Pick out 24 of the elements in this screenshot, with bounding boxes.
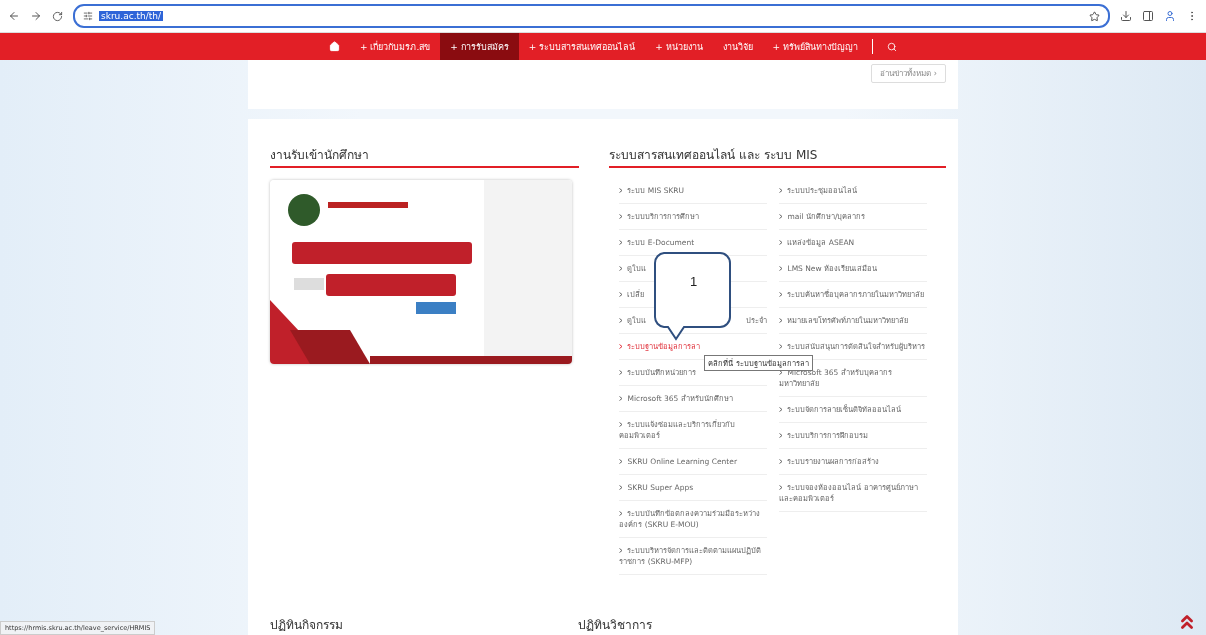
section-heading: งานรับเข้านักศึกษา xyxy=(270,145,580,168)
forward-icon[interactable] xyxy=(30,10,42,22)
nav-item[interactable]: + เกี่ยวกับมรภ.สข xyxy=(350,33,441,60)
download-icon[interactable] xyxy=(1120,10,1132,22)
nav-item[interactable]: งานวิจัย xyxy=(712,33,763,60)
home-icon[interactable] xyxy=(329,41,341,52)
profile-icon[interactable] xyxy=(1164,10,1176,22)
back-icon[interactable] xyxy=(8,10,20,22)
url-text: skru.ac.th/th/ xyxy=(99,11,164,21)
address-bar[interactable]: skru.ac.th/th/ xyxy=(73,4,1110,28)
search-icon[interactable] xyxy=(886,41,897,52)
nav-item[interactable]: + ระบบสารสนเทศออนไลน์ xyxy=(518,33,646,60)
nav-item[interactable]: + การรับสมัคร xyxy=(440,33,519,60)
callout-number: 1 xyxy=(690,274,698,289)
side-panel-icon[interactable] xyxy=(1142,10,1154,22)
site-info-icon[interactable] xyxy=(83,11,93,21)
nav-item[interactable]: + หน่วยงาน xyxy=(645,33,713,60)
read-all-news-button[interactable]: อ่านข่าวทั้งหมด › xyxy=(871,64,946,83)
section-heading: ปฏิทินวิชาการ xyxy=(578,617,652,634)
bookmark-star-icon[interactable] xyxy=(1089,10,1100,22)
nav-item[interactable]: + ทรัพย์สินทางปัญญา xyxy=(762,33,868,60)
section-heading: ปฏิทินกิจกรรม xyxy=(270,617,343,634)
section-heading: ระบบสารสนเทศออนไลน์ และ ระบบ MIS xyxy=(609,145,946,168)
reload-icon[interactable] xyxy=(52,10,63,22)
